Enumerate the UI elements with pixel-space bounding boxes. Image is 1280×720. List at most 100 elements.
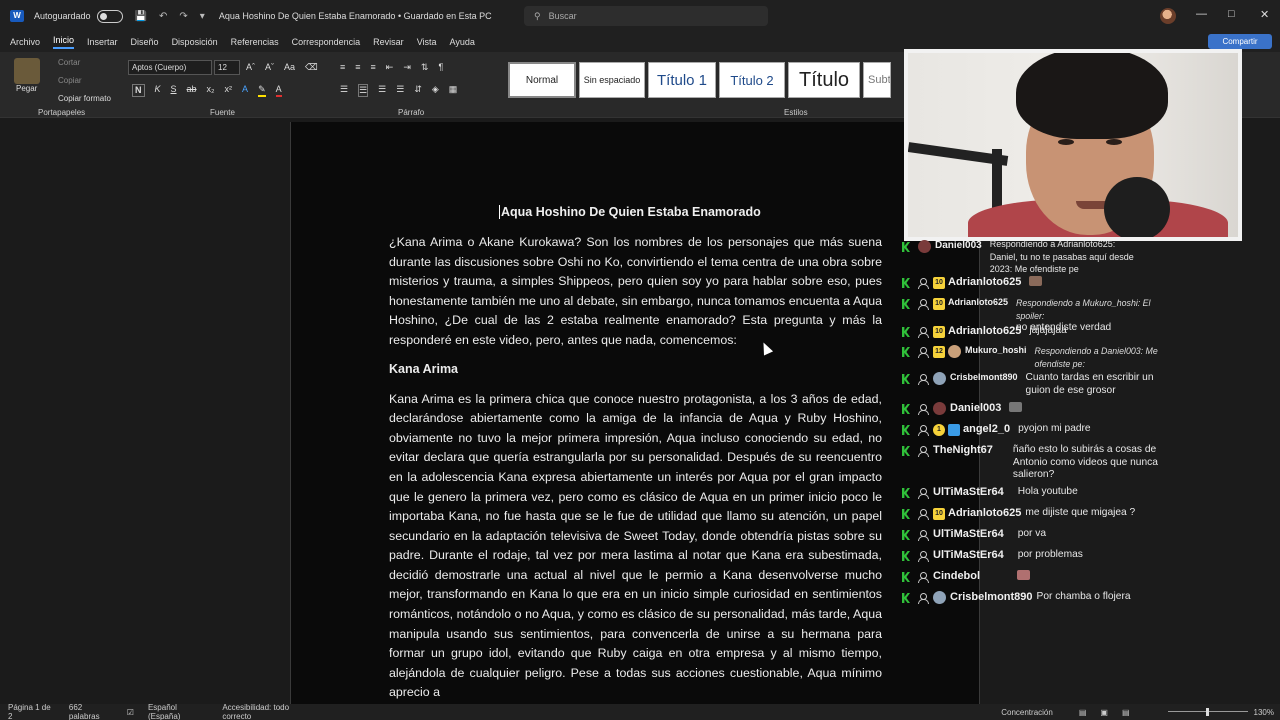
read-mode-icon[interactable]: ▤ [1079, 708, 1087, 717]
format-painter-button[interactable]: Copiar formato [58, 94, 111, 103]
tab-referencias[interactable]: Referencias [231, 37, 279, 47]
user-icon [918, 278, 929, 289]
customize-toolbar-icon[interactable]: ▾ [200, 11, 205, 22]
align-right-icon[interactable]: ☰ [378, 84, 386, 97]
close-icon[interactable]: ✕ [1260, 8, 1269, 21]
share-button[interactable]: Compartir [1208, 34, 1272, 49]
multilevel-list-icon[interactable]: ≡ [371, 62, 376, 73]
style-sin-espaciado[interactable]: Sin espaciado [579, 62, 645, 98]
tab-diseno[interactable]: Diseño [131, 37, 159, 47]
text-effects-icon[interactable]: A [242, 84, 248, 97]
autosave-toggle[interactable] [96, 9, 123, 23]
tab-insertar[interactable]: Insertar [87, 37, 118, 47]
zoom-slider-thumb[interactable] [1206, 708, 1209, 716]
bullets-icon[interactable]: ≡ [340, 62, 345, 73]
align-center-icon[interactable]: ☰ [358, 84, 369, 97]
print-layout-icon[interactable]: ▣ [1100, 708, 1108, 717]
shading-icon[interactable]: ◈ [432, 84, 439, 97]
paste-icon[interactable] [14, 58, 40, 84]
user-icon [918, 374, 929, 385]
save-icon[interactable]: 💾 [135, 11, 147, 22]
paragraph-intro[interactable]: ¿Kana Arima o Akane Kurokawa? Son los no… [389, 233, 882, 351]
group-font-label: Fuente [210, 108, 235, 117]
tab-revisar[interactable]: Revisar [373, 37, 404, 47]
chat-text: pyojon mi padre [1018, 423, 1091, 434]
increase-indent-icon[interactable]: ⇥ [403, 62, 411, 73]
language-status[interactable]: Español (España) [148, 703, 208, 720]
italic-icon[interactable]: K [155, 84, 161, 97]
copy-button[interactable]: Copiar [58, 76, 82, 85]
style-subtitulo[interactable]: Subtí [863, 62, 891, 98]
font-size-select[interactable]: 12 [214, 60, 240, 75]
cut-button[interactable]: Cortar [58, 58, 80, 67]
shrink-font-icon[interactable]: Aˇ [265, 62, 274, 73]
borders-icon[interactable]: ▦ [449, 84, 458, 97]
change-case-icon[interactable]: Aa [284, 62, 295, 73]
user-icon [918, 551, 929, 562]
sort-icon[interactable]: ⇅ [421, 62, 429, 73]
style-normal[interactable]: Normal [508, 62, 576, 98]
page-count[interactable]: Página 1 de 2 [8, 703, 55, 720]
moderator-icon [902, 488, 910, 498]
maximize-icon[interactable]: □ [1228, 8, 1235, 20]
moderator-icon [902, 509, 910, 519]
moderator-icon [902, 327, 910, 337]
show-marks-icon[interactable]: ¶ [438, 62, 443, 73]
chat-username: Daniel003 [935, 240, 982, 251]
justify-icon[interactable]: ☰ [396, 84, 404, 97]
underline-icon[interactable]: S [171, 84, 177, 97]
section-heading-kana[interactable]: Kana Arima [389, 360, 882, 380]
accessibility-status[interactable]: Accesibilidad: todo correcto [222, 703, 315, 720]
style-titulo-2[interactable]: Título 2 [719, 62, 785, 98]
paste-button[interactable]: Pegar [16, 84, 37, 93]
line-spacing-icon[interactable]: ⇵ [414, 84, 422, 97]
chat-username: Daniel003 [950, 402, 1002, 414]
document-body[interactable]: ¿Kana Arima o Akane Kurokawa? Son los no… [389, 233, 882, 704]
group-paragraph-label: Párrafo [398, 108, 425, 117]
decrease-indent-icon[interactable]: ⇤ [386, 62, 394, 73]
superscript-icon[interactable]: x² [225, 84, 233, 97]
moderator-icon [902, 374, 910, 384]
font-name-select[interactable]: Aptos (Cuerpo) [128, 60, 212, 75]
document-heading[interactable]: Aqua Hoshino De Quien Estaba Enamorado [499, 205, 761, 219]
web-layout-icon[interactable]: ▤ [1122, 708, 1130, 717]
tab-disposicion[interactable]: Disposición [172, 37, 218, 47]
tab-archivo[interactable]: Archivo [10, 37, 40, 47]
moderator-icon [902, 347, 910, 357]
chat-username: Cindebol [933, 570, 981, 582]
tab-correspondencia[interactable]: Correspondencia [292, 37, 361, 47]
member-badge: 1 [933, 424, 945, 436]
chat-text: Por chamba o flojera [1036, 591, 1131, 602]
tab-ayuda[interactable]: Ayuda [450, 37, 475, 47]
subscript-icon[interactable]: x₂ [207, 84, 215, 97]
group-styles-label: Estilos [784, 108, 808, 117]
user-icon [918, 347, 929, 358]
document-title[interactable]: Aqua Hoshino De Quien Estaba Enamorado •… [219, 11, 492, 21]
style-titulo[interactable]: Título [788, 62, 860, 98]
focus-mode[interactable]: Concentración [1001, 708, 1053, 717]
search-input[interactable]: ⚲ Buscar [524, 6, 768, 26]
highlight-icon[interactable]: ✎ [258, 84, 266, 97]
undo-icon[interactable]: ↶ [159, 11, 167, 22]
word-count[interactable]: 662 palabras [69, 703, 113, 720]
account-avatar[interactable] [1160, 8, 1176, 24]
paragraph-kana[interactable]: Kana Arima es la primera chica que conoc… [389, 390, 882, 704]
document-page[interactable]: Aqua Hoshino De Quien Estaba Enamorado ¿… [290, 122, 980, 704]
style-titulo-1[interactable]: Título 1 [648, 62, 716, 98]
redo-icon[interactable]: ↷ [179, 11, 187, 22]
tab-inicio[interactable]: Inicio [53, 35, 75, 49]
zoom-level[interactable]: 130% [1254, 708, 1274, 717]
clear-format-icon[interactable]: ⌫ [305, 62, 318, 73]
tab-vista[interactable]: Vista [417, 37, 437, 47]
align-left-icon[interactable]: ☰ [340, 84, 348, 97]
numbering-icon[interactable]: ≡ [355, 62, 360, 73]
font-color-icon[interactable]: A [275, 84, 282, 97]
subscriber-badge-icon [948, 424, 960, 436]
word-logo-icon: W [10, 10, 24, 22]
proofing-icon[interactable]: ☑ [127, 708, 134, 717]
bold-icon[interactable]: N [132, 84, 145, 97]
strikethrough-icon[interactable]: ab [187, 84, 197, 97]
chat-username: Crisbelmont890 [950, 591, 1033, 603]
grow-font-icon[interactable]: Aˆ [246, 62, 255, 73]
minimize-icon[interactable]: — [1196, 8, 1207, 20]
